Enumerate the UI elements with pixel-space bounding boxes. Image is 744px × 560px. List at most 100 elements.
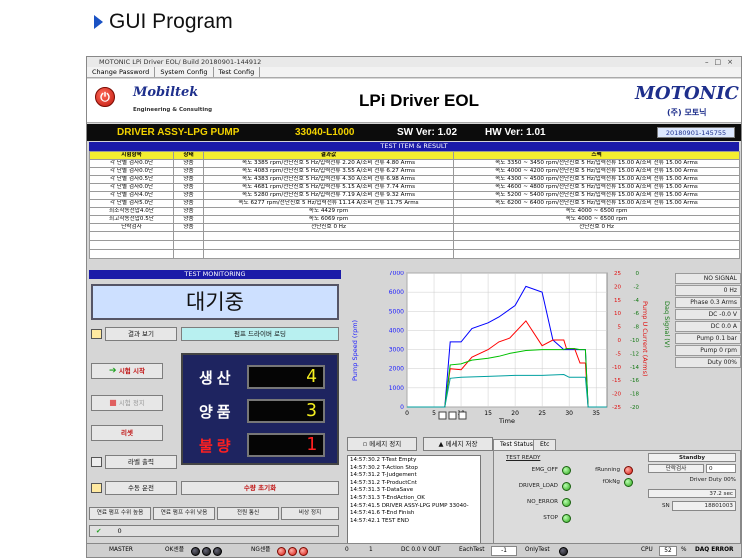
message-stop-button[interactable]: ▫ 메세지 정지	[347, 437, 417, 451]
y-tick-label-right2: -2	[634, 284, 639, 290]
no-error-led	[562, 498, 571, 507]
master-label: MASTER	[109, 547, 133, 553]
table-row: 단락검사 양품 전단신호 0 Hz 전단신호 0 Hz	[89, 223, 740, 232]
empty-cell	[89, 249, 174, 259]
empty-row	[89, 249, 740, 259]
status-tabs: Test Status Etc TEST READY EMG_OFF DRIVE…	[493, 439, 741, 547]
cell-status: 양품	[173, 159, 204, 168]
label-print-button[interactable]: 라벨 출력	[105, 455, 177, 469]
cell-test-item: 최소작동전압4.0단	[89, 207, 174, 216]
message-log[interactable]: 14:57:30.2 T-Test Empty 14:57:30.2 T-Acti…	[347, 455, 481, 545]
bullet-triangle-icon	[94, 15, 103, 29]
pump-driver-loading-button[interactable]: 펌프 드라이버 로딩	[181, 327, 339, 341]
y-tick-label-left: 4000	[389, 327, 404, 334]
check-icon: ✔	[96, 527, 102, 535]
empty-cell	[453, 240, 740, 250]
cell-result-value: 속도 6277 rpm/전단신호 5 Hz/입력전류 11.14 A/소비 전류…	[203, 199, 454, 208]
test-results-panel: TEST ITEM & RESULT 시험항목 상태 결과값 스펙 각 단별 검…	[89, 142, 740, 259]
stop-test-button[interactable]: ■ 시험 정지	[91, 395, 163, 411]
empty-cell	[203, 249, 454, 259]
bottom-input-value: 0	[117, 527, 122, 535]
y-tick-label-right1: 20	[614, 284, 621, 290]
phase-current-value: Phase 0.3 Arms	[675, 297, 741, 308]
message-save-button[interactable]: ▲ 메세지 저장	[423, 437, 493, 451]
cell-test-item: 각 단별 검사5.0단	[89, 199, 174, 208]
eachtest-value[interactable]: -1	[491, 546, 517, 556]
table-row: 각 단별 검사0.0단 양품 속도 4083 rpm/전단신호 5 Hz/입력전류 …	[89, 167, 740, 176]
bottom-input-row[interactable]: ✔ 0	[89, 525, 339, 537]
y-tick-label-right2: -14	[630, 365, 639, 371]
fuel-level-high-button[interactable]: 연료 펌프 수위 높음	[89, 507, 151, 520]
menu-change-password[interactable]: Change Password	[87, 67, 156, 77]
sn-label: SN	[662, 503, 670, 509]
led-label-stop: STOP	[543, 515, 558, 521]
window-titlebar: MOTONIC LPi Driver EOL/ Build 20180901-1…	[87, 57, 741, 67]
led-label-driver-load: DRIVER_LOAD	[518, 483, 558, 489]
result-view-button[interactable]: 결과 보기	[105, 327, 177, 341]
y-tick-label-left: 7000	[389, 271, 404, 277]
x-tick-label: 35	[592, 410, 600, 417]
fokng-led	[624, 478, 633, 487]
app-title: LPi Driver EOL	[359, 91, 479, 110]
driver-load-led	[562, 482, 571, 491]
emergency-stop-button[interactable]: 비상 정지	[281, 507, 339, 520]
window-controls[interactable]: –□×	[705, 57, 739, 67]
led-label-no-error: NO_ERROR	[527, 499, 558, 505]
y-tick-label-right2: -10	[630, 338, 639, 344]
pan-tool-icon[interactable]	[448, 411, 457, 420]
start-test-button[interactable]: ➔ 시험 시작	[91, 363, 163, 379]
count-reset-button[interactable]: 수량 초기화	[181, 481, 339, 495]
y-axis-label-right2: Daq Signal (V)	[663, 301, 671, 348]
results-table-header: 시험항목 상태 결과값 스펙	[89, 151, 740, 160]
y-tick-label-right2: -18	[630, 392, 639, 398]
message-save-label: 메세지 저장	[445, 440, 478, 448]
y-tick-label-right1: 10	[614, 311, 621, 317]
col-result-value: 결과값	[203, 151, 454, 160]
menu-test-config[interactable]: Test Config	[214, 67, 261, 77]
good-count: 3	[247, 399, 325, 423]
log-line: 14:57:30.2 T-Test Empty	[350, 457, 417, 463]
elapsed-time: 37.2 sec	[648, 489, 736, 498]
stop-icon: ■	[109, 398, 117, 407]
cell-test-item: 각 단별 검사0.5단	[89, 175, 174, 184]
eachtest-label: EachTest	[459, 547, 485, 553]
cpu-value: 52	[659, 546, 677, 556]
fuel-level-low-button[interactable]: 연료 펌프 수위 낮음	[153, 507, 215, 520]
cell-test-item: 각 단별 검사4.0단	[89, 191, 174, 200]
menu-bar: Change Password System Config Test Confi…	[87, 67, 741, 78]
tab-etc[interactable]: Etc	[533, 439, 557, 450]
cell-result-value: 속도 3385 rpm/전단신호 5 Hz/입력전류 2.20 A/소비 전류 …	[203, 159, 454, 168]
empty-cell	[173, 240, 204, 250]
power-comm-button[interactable]: 전원 통신	[217, 507, 279, 520]
cell-result-value: 속도 4681 rpm/전단신호 5 Hz/입력전류 5.15 A/소비 전류 …	[203, 183, 454, 192]
table-row: 각 단별 검사0.0단 양품 속도 3385 rpm/전단신호 5 Hz/입력전류 …	[89, 159, 740, 168]
dc-current-value: DC 0.0 A	[675, 321, 741, 332]
cell-test-item: 각 단별 검사0.0단	[89, 167, 174, 176]
zoom-tool-icon[interactable]	[438, 411, 447, 420]
y-tick-label-right1: 15	[614, 298, 621, 304]
cell-status: 양품	[173, 183, 204, 192]
cell-spec: 속도 4300 ~ 4500 rpm/전단신호 5 Hz/입력전류 15.00 …	[453, 175, 740, 184]
manual-run-button[interactable]: 수동 운전	[105, 481, 177, 495]
menu-system-config[interactable]: System Config	[155, 67, 214, 77]
y-axis-label-left: Pump Speed (rpm)	[351, 320, 359, 381]
log-line: 14:57:30.2 T-Action Stop	[350, 464, 418, 471]
cell-spec: 속도 4000 ~ 4200 rpm/전단신호 5 Hz/입력전류 15.00 …	[453, 167, 740, 176]
save-icon: ▲	[438, 440, 444, 448]
produced-count: 4	[247, 365, 325, 389]
ng-sample-led-1	[277, 547, 286, 556]
ok-sample-led-3	[213, 547, 222, 556]
stop-led	[562, 514, 571, 523]
product-info-bar: DRIVER ASSY-LPG PUMP 33040-L1000 SW Ver:…	[87, 124, 741, 141]
cell-status: 양품	[173, 215, 204, 224]
ng-sample-led-3	[299, 547, 308, 556]
motonic-korean-name: (주) 모토닉	[667, 108, 707, 117]
y-tick-label-left: 2000	[389, 366, 404, 373]
cursor-tool-icon[interactable]	[458, 411, 467, 420]
frequency-value: 0 Hz	[675, 285, 741, 296]
power-icon[interactable]: ⏻	[95, 87, 115, 107]
test-status-display: 대기중	[91, 284, 339, 320]
reset-button[interactable]: 리셋	[91, 425, 163, 441]
driver-duty: Driver Duty 00%	[689, 477, 736, 483]
ok-sample-led-1	[191, 547, 200, 556]
